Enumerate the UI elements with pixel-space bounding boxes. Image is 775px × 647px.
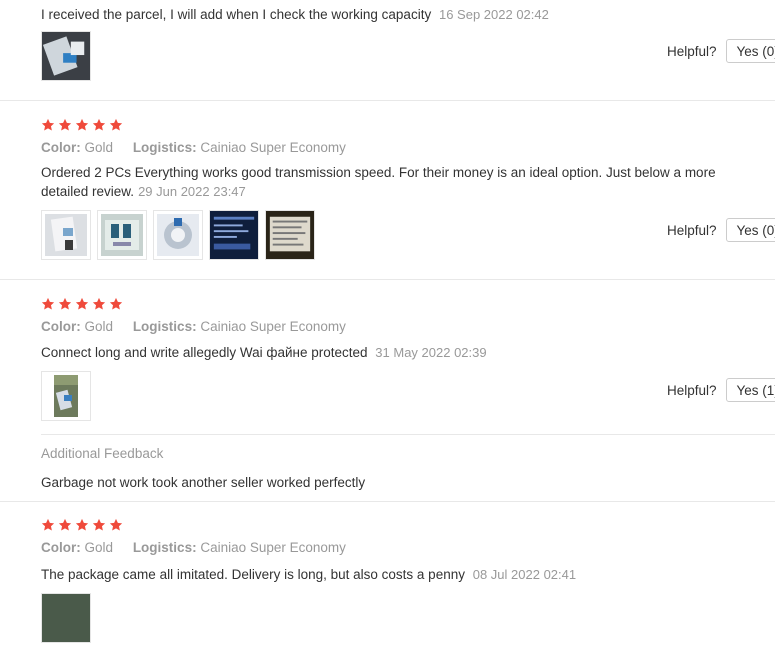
photo-image [101,214,143,256]
review-photos [41,593,91,643]
star-icon [75,118,89,131]
star-icon [109,518,123,531]
photo-image [266,211,314,259]
review-photos [41,31,91,81]
review-body-line2: detailed review. [41,184,135,199]
color-value: Gold [84,140,114,155]
photo-image [42,32,90,80]
review-text: The package came all imitated. Delivery … [41,565,576,584]
review-4: Color: Gold Logistics: Cainiao Super Eco… [0,502,775,643]
review-date: 16 Sep 2022 02:42 [438,7,549,22]
photo-image [42,594,90,642]
logistics-value: Cainiao Super Economy [200,140,346,155]
review-body: I received the parcel, I will add when I… [41,7,432,22]
helpful-label: Helpful? [667,222,717,238]
review-photo[interactable] [97,210,147,260]
logistics-key: Logistics: [132,540,197,555]
photo-image [45,214,87,256]
review-date: 08 Jul 2022 02:41 [472,567,577,582]
helpful-yes-button[interactable]: Yes (0) [725,218,775,242]
star-icon [41,297,55,310]
helpful-yes-button[interactable]: Yes (0) [725,39,775,63]
helpful-group: Helpful? Yes (1) [667,378,775,402]
star-icon [92,118,106,131]
rating-stars [41,297,123,311]
star-icon [109,118,123,131]
review-3: Color: Gold Logistics: Cainiao Super Eco… [0,280,775,502]
star-icon [109,297,123,310]
review-date: 31 May 2022 02:39 [375,345,487,360]
review-photo[interactable] [153,210,203,260]
color-key: Color: [41,319,81,334]
photo-image [54,375,78,417]
star-icon [75,518,89,531]
helpful-group: Helpful? Yes (0) [667,218,775,242]
star-icon [58,118,72,131]
review-attributes: Color: Gold Logistics: Cainiao Super Eco… [41,140,362,155]
helpful-label: Helpful? [667,382,717,398]
review-text: I received the parcel, I will add when I… [41,5,549,24]
review-photos [41,210,315,260]
star-icon [58,297,72,310]
star-icon [75,297,89,310]
logistics-value: Cainiao Super Economy [200,319,346,334]
additional-feedback-text: Garbage not work took another seller wor… [41,475,366,490]
helpful-label: Helpful? [667,43,717,59]
review-photo[interactable] [41,210,91,260]
rating-stars [41,518,123,532]
review-body: Connect long and write allegedly Wai фай… [41,345,368,360]
photo-image [210,211,258,259]
review-photos [41,371,91,421]
review-1: I received the parcel, I will add when I… [0,0,775,101]
logistics-key: Logistics: [132,140,197,155]
helpful-group: Helpful? Yes (0) [667,39,775,63]
additional-feedback-title: Additional Feedback [41,446,164,461]
color-value: Gold [84,319,114,334]
star-icon [58,518,72,531]
color-key: Color: [41,140,81,155]
review-photo[interactable] [265,210,315,260]
review-body: The package came all imitated. Delivery … [41,567,465,582]
color-value: Gold [84,540,114,555]
review-text: Ordered 2 PCs Everything works good tran… [41,163,741,201]
review-photo[interactable] [41,371,91,421]
logistics-key: Logistics: [132,319,197,334]
review-2: Color: Gold Logistics: Cainiao Super Eco… [0,101,775,280]
feedback-divider [41,434,775,435]
review-date: 29 Jun 2022 23:47 [138,184,246,199]
star-icon [41,118,55,131]
star-icon [41,518,55,531]
photo-image [157,214,199,256]
star-icon [92,297,106,310]
helpful-yes-button[interactable]: Yes (1) [725,378,775,402]
color-key: Color: [41,540,81,555]
rating-stars [41,118,123,132]
review-photo[interactable] [41,593,91,643]
review-photo[interactable] [41,31,91,81]
star-icon [92,518,106,531]
review-attributes: Color: Gold Logistics: Cainiao Super Eco… [41,540,362,555]
review-text: Connect long and write allegedly Wai фай… [41,343,487,362]
logistics-value: Cainiao Super Economy [200,540,346,555]
review-photo[interactable] [209,210,259,260]
review-body-line1: Ordered 2 PCs Everything works good tran… [41,165,716,180]
review-attributes: Color: Gold Logistics: Cainiao Super Eco… [41,319,362,334]
